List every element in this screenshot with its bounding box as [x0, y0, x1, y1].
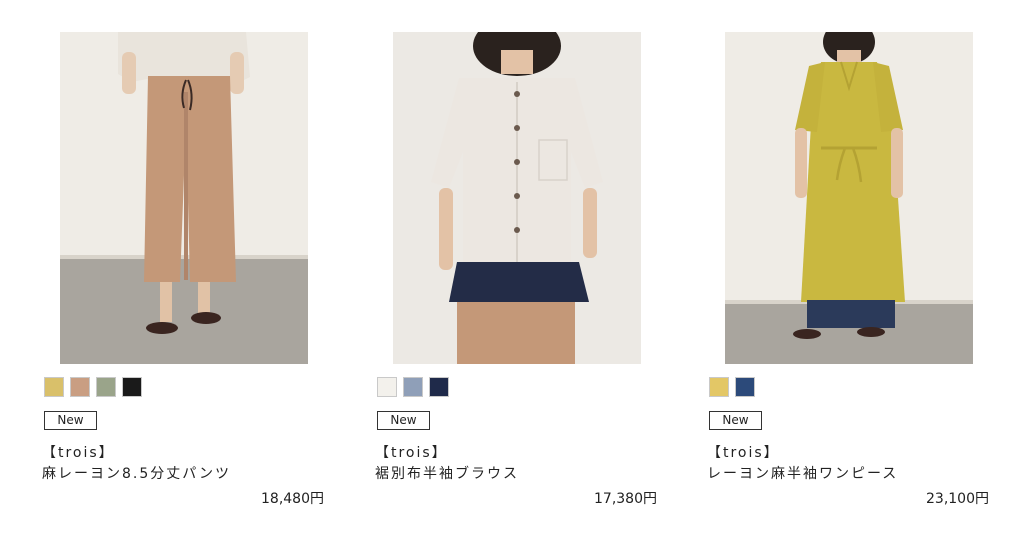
product-price: 18,480円: [261, 491, 324, 507]
color-swatch[interactable]: [96, 377, 116, 397]
product-card[interactable]: New 【trois】 レーヨン麻半袖ワンピース 23,100円: [707, 0, 997, 541]
new-badge: New: [44, 411, 97, 430]
product-image[interactable]: [725, 32, 973, 364]
color-swatches: [709, 377, 755, 397]
product-price: 17,380円: [594, 491, 657, 507]
color-swatch[interactable]: [709, 377, 729, 397]
color-swatch[interactable]: [70, 377, 90, 397]
color-swatch[interactable]: [735, 377, 755, 397]
product-card[interactable]: New 【trois】 麻レーヨン8.5分丈パンツ 18,480円: [42, 0, 332, 541]
color-swatch[interactable]: [377, 377, 397, 397]
color-swatch[interactable]: [44, 377, 64, 397]
color-swatches: [377, 377, 449, 397]
product-brand[interactable]: 【trois】: [707, 442, 780, 462]
new-badge: New: [377, 411, 430, 430]
product-grid: New 【trois】 麻レーヨン8.5分丈パンツ 18,480円 New 【t…: [0, 0, 1020, 541]
product-brand[interactable]: 【trois】: [42, 442, 115, 462]
color-swatches: [44, 377, 142, 397]
product-card[interactable]: New 【trois】 裾別布半袖ブラウス 17,380円: [375, 0, 665, 541]
color-swatch[interactable]: [122, 377, 142, 397]
new-badge: New: [709, 411, 762, 430]
product-price: 23,100円: [926, 491, 989, 507]
product-name[interactable]: 麻レーヨン8.5分丈パンツ: [42, 463, 231, 483]
product-image[interactable]: [393, 32, 641, 364]
product-brand[interactable]: 【trois】: [375, 442, 448, 462]
product-name[interactable]: 裾別布半袖ブラウス: [375, 463, 519, 483]
color-swatch[interactable]: [429, 377, 449, 397]
product-name[interactable]: レーヨン麻半袖ワンピース: [707, 463, 898, 483]
product-image[interactable]: [60, 32, 308, 364]
color-swatch[interactable]: [403, 377, 423, 397]
